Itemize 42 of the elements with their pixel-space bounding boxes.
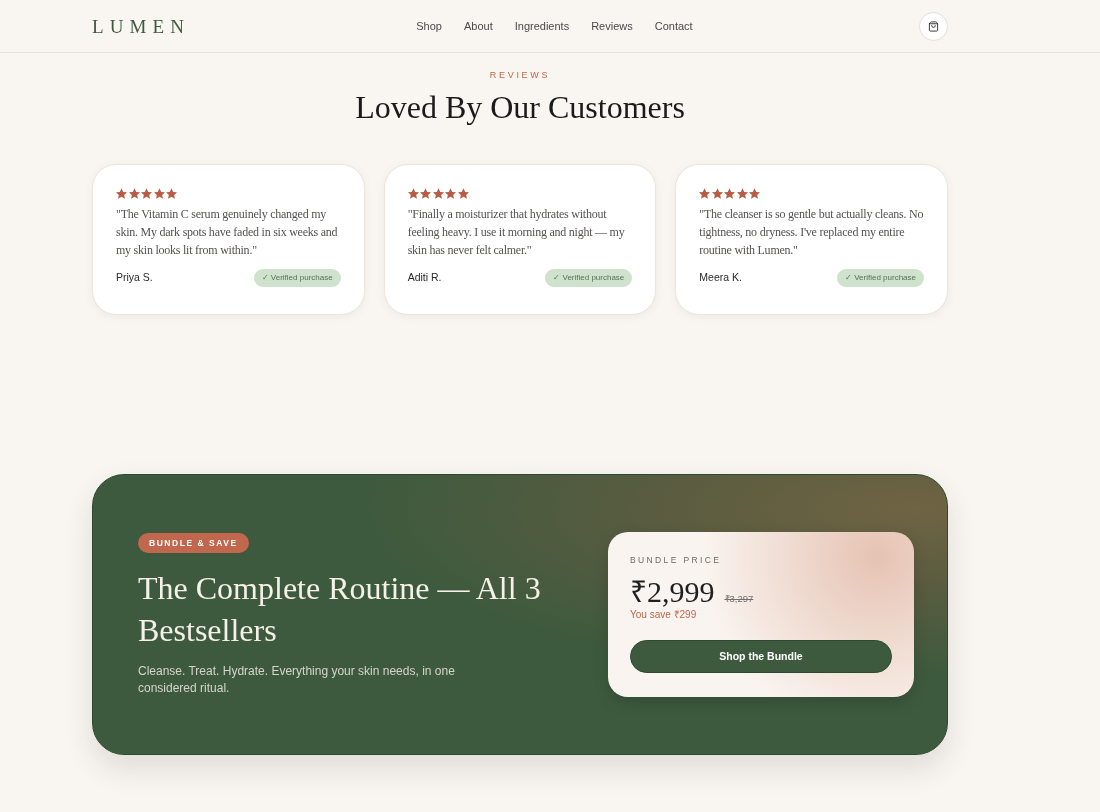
- original-price: ₹3,297: [724, 592, 754, 606]
- shop-bundle-button[interactable]: Shop the Bundle: [630, 640, 892, 673]
- verified-badge: ✓ Verified purchase: [545, 269, 633, 287]
- star-icon: [116, 188, 127, 199]
- nav-link[interactable]: Ingredients: [514, 17, 570, 35]
- star-icon: [407, 188, 419, 199]
- bundle-price: ₹2,999: [630, 575, 715, 609]
- shopping-bag-icon: [928, 20, 939, 32]
- star-icon: [457, 188, 469, 199]
- reviewer-name: Meera K.: [699, 270, 742, 286]
- star-icon: [699, 188, 711, 199]
- section-eyebrow: REVIEWS: [489, 70, 551, 81]
- savings-text: You save ₹299: [630, 609, 698, 621]
- star-icon: [432, 188, 444, 199]
- bundle-badge: BUNDLE & SAVE: [138, 532, 249, 553]
- star-icon: [166, 188, 177, 199]
- price-label: BUNDLE PRICE: [630, 555, 723, 565]
- star-icon: [724, 188, 736, 199]
- star-icon: [711, 188, 723, 199]
- nav-link[interactable]: Shop: [416, 17, 442, 35]
- star-icon: [141, 188, 152, 199]
- star-icon: [420, 188, 432, 199]
- verified-badge: ✓ Verified purchase: [253, 269, 341, 287]
- cart-button[interactable]: [919, 11, 948, 41]
- reviewer-name: Priya S.: [116, 270, 153, 286]
- nav-link[interactable]: Reviews: [591, 17, 633, 35]
- section-heading: Loved By Our Customers: [355, 88, 685, 127]
- star-icon: [153, 188, 165, 199]
- nav-link[interactable]: Contact: [654, 17, 693, 35]
- reviewer-name: Aditi R.: [407, 270, 442, 286]
- star-icon: [128, 188, 140, 199]
- star-icon: [749, 188, 761, 199]
- review-quote: "The cleanser is so gentle but actually cleans. No tightness, no dryness. I've replaced my entire routine with Lumen.": [699, 206, 924, 259]
- nav-link[interactable]: About: [464, 17, 493, 35]
- bundle-heading: The Complete Routine — All 3 Bestsellers: [138, 568, 542, 650]
- review-quote: "The Vitamin C serum genuinely changed my skin. My dark spots have faded in six weeks and my skin looks lit from within.": [116, 206, 339, 259]
- star-icon: [736, 188, 748, 199]
- star-icon: [445, 188, 457, 199]
- verified-badge: ✓ Verified purchase: [836, 269, 924, 287]
- brand-logo[interactable]: LUMEN: [92, 16, 190, 36]
- bundle-description: Cleanse. Treat. Hydrate. Everything your skin needs, in one considered ritual.: [138, 662, 456, 697]
- review-quote: "Finally a moisturizer that hydrates without feeling heavy. I use it morning and night — my skin has never felt calmer.": [407, 206, 626, 259]
